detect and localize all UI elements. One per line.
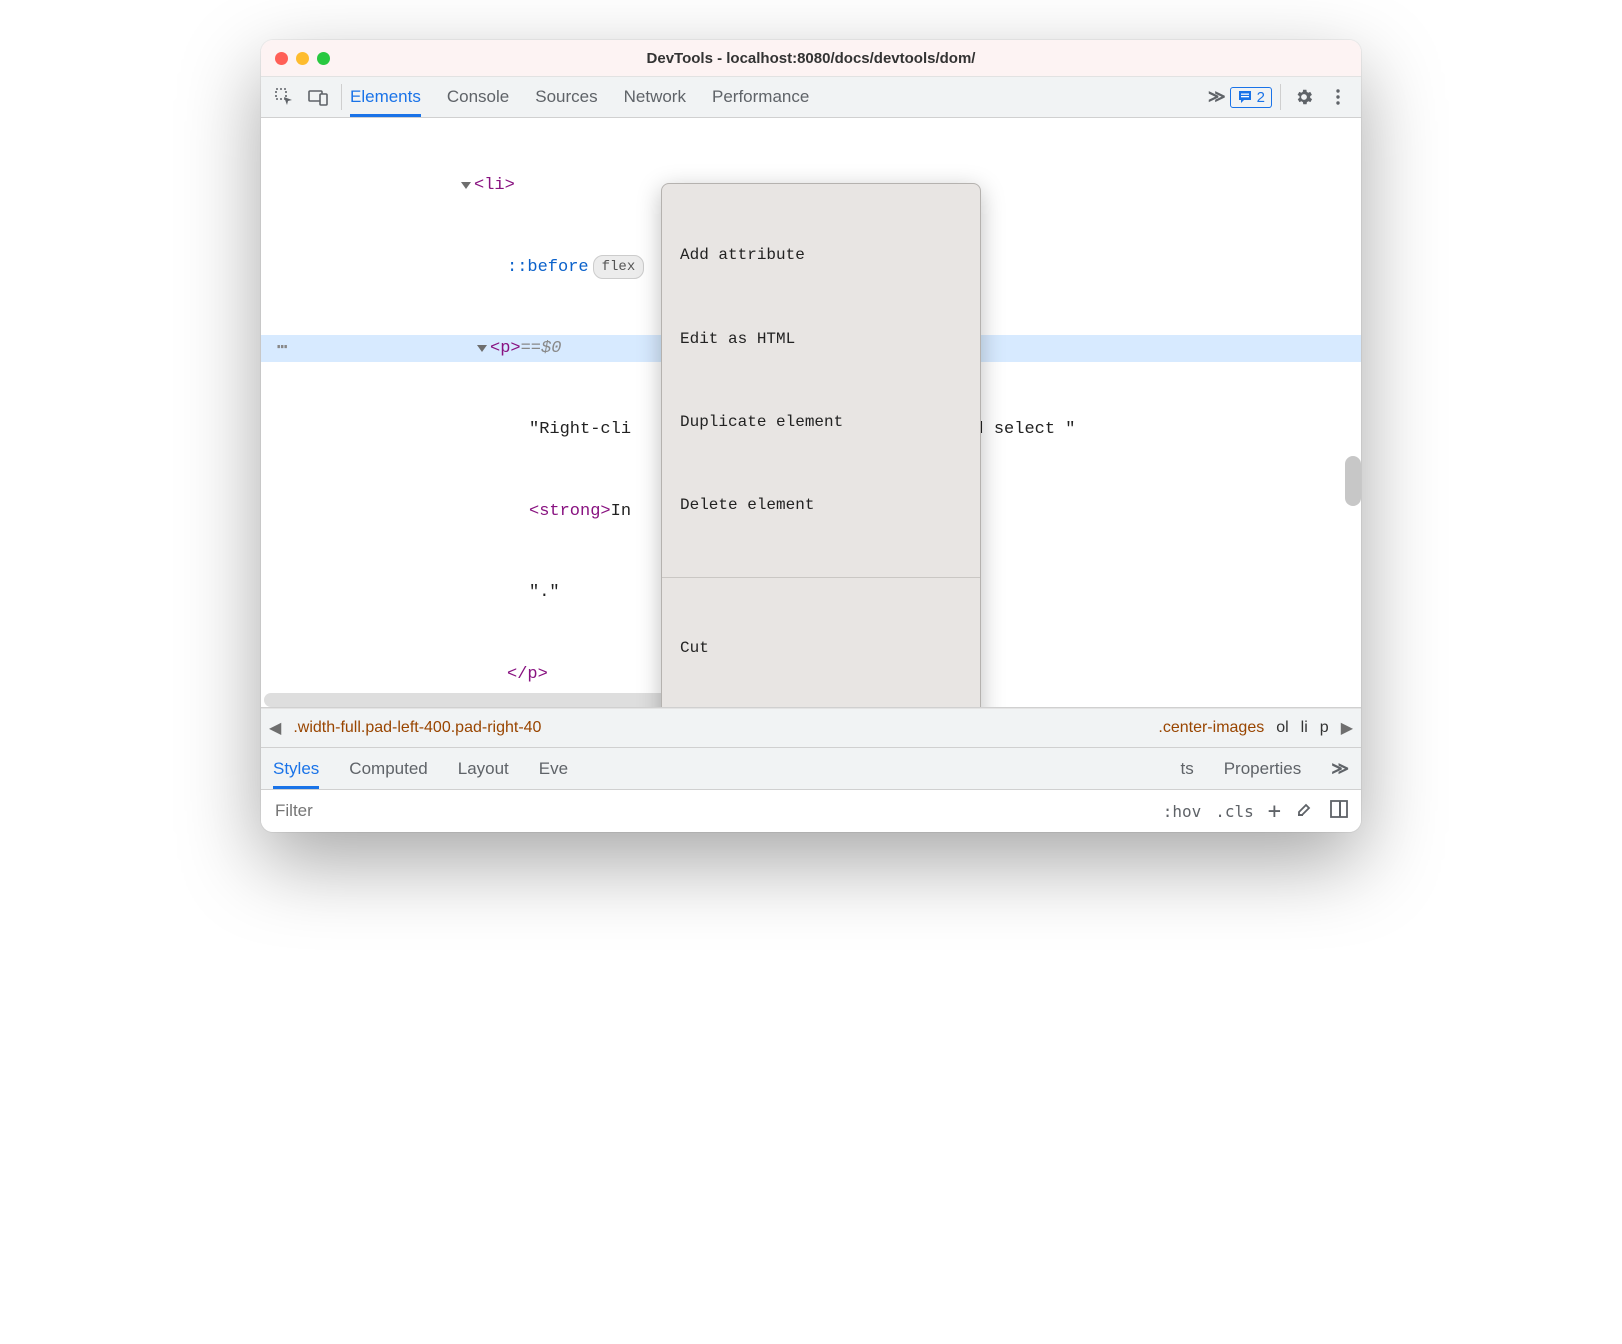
computed-panel-icon[interactable] (1329, 799, 1349, 823)
styles-filter-bar: :hov .cls + (261, 790, 1361, 832)
more-tabs-chevron[interactable]: ≫ (1208, 77, 1226, 117)
tab-console[interactable]: Console (447, 77, 509, 117)
window-titlebar: DevTools - localhost:8080/docs/devtools/… (261, 40, 1361, 76)
tab-network[interactable]: Network (624, 77, 686, 117)
tab-sources[interactable]: Sources (535, 77, 597, 117)
dom-tree-pane[interactable]: <li> ::beforeflex ⋯<p> == $0 "Right-clia… (261, 118, 1361, 708)
stab-more[interactable]: ≫ (1331, 748, 1349, 789)
breadcrumb-item[interactable]: p (1320, 719, 1329, 737)
dom-tag: <li> (474, 172, 515, 199)
hov-toggle[interactable]: :hov (1163, 802, 1202, 821)
styles-tabs: Styles Computed Layout Eve ts Properties… (261, 748, 1361, 790)
issues-badge[interactable]: 2 (1230, 87, 1272, 108)
paint-brush-icon[interactable] (1295, 799, 1315, 823)
stab-layout[interactable]: Layout (458, 748, 509, 789)
panel-tabs: Elements Console Sources Network Perform… (350, 77, 809, 117)
menu-add-attribute[interactable]: Add attribute (662, 240, 980, 272)
breadcrumb-item[interactable]: .center-images (1158, 719, 1264, 737)
cls-toggle[interactable]: .cls (1215, 802, 1254, 821)
kebab-menu-icon[interactable] (1323, 82, 1353, 112)
breadcrumb-scroll-left[interactable]: ◀ (269, 718, 281, 738)
settings-gear-icon[interactable] (1289, 82, 1319, 112)
styles-filter-input[interactable] (273, 800, 1155, 822)
stab-computed[interactable]: Computed (349, 748, 427, 789)
dom-text: "Right-cli (529, 416, 631, 443)
inspect-element-icon[interactable] (269, 82, 299, 112)
dom-context-menu: Add attribute Edit as HTML Duplicate ele… (661, 183, 981, 708)
devtools-toolbar: Elements Console Sources Network Perform… (261, 76, 1361, 118)
breadcrumb-scroll-right[interactable]: ▶ (1341, 718, 1353, 738)
menu-edit-as-html[interactable]: Edit as HTML (662, 323, 980, 355)
gutter-dots-icon[interactable]: ⋯ (277, 335, 317, 362)
window-title: DevTools - localhost:8080/docs/devtools/… (261, 50, 1361, 67)
vertical-scrollbar[interactable] (1345, 456, 1361, 506)
dollar-zero: $0 (541, 335, 561, 362)
stab-styles[interactable]: Styles (273, 748, 319, 789)
tab-elements[interactable]: Elements (350, 77, 421, 117)
menu-cut[interactable]: Cut (662, 633, 980, 665)
menu-duplicate-element[interactable]: Duplicate element (662, 407, 980, 439)
devtools-window: DevTools - localhost:8080/docs/devtools/… (261, 40, 1361, 832)
expand-toggle-icon[interactable] (477, 345, 487, 352)
menu-separator (662, 577, 980, 578)
tab-performance[interactable]: Performance (712, 77, 809, 117)
device-toolbar-icon[interactable] (303, 82, 333, 112)
add-rule-icon[interactable]: + (1268, 799, 1281, 824)
breadcrumb-item[interactable]: li (1301, 719, 1308, 737)
expand-toggle-icon[interactable] (461, 182, 471, 189)
stab-event-left[interactable]: Eve (539, 748, 568, 789)
breadcrumb-item[interactable]: ol (1276, 719, 1288, 737)
menu-delete-element[interactable]: Delete element (662, 490, 980, 522)
dom-tag: <p> (490, 335, 521, 362)
chat-icon (1237, 89, 1253, 105)
dom-text: "." (529, 579, 560, 606)
pseudo-before[interactable]: ::before (507, 254, 589, 281)
dom-tag: <strong> (529, 498, 611, 525)
dom-text: In (611, 498, 631, 525)
issues-count: 2 (1257, 89, 1265, 106)
stab-event-right[interactable]: ts (1180, 748, 1193, 789)
toolbar-divider (1280, 84, 1281, 110)
dom-breadcrumbs[interactable]: ◀ .width-full.pad-left-400.pad-right-40 … (261, 708, 1361, 748)
dom-tag: </p> (507, 661, 548, 688)
breadcrumb-item[interactable]: .width-full.pad-left-400.pad-right-40 (293, 719, 541, 737)
stab-properties[interactable]: Properties (1224, 748, 1301, 789)
equals-label: == (521, 335, 541, 362)
flex-badge[interactable]: flex (593, 255, 645, 279)
toolbar-divider (341, 84, 342, 110)
